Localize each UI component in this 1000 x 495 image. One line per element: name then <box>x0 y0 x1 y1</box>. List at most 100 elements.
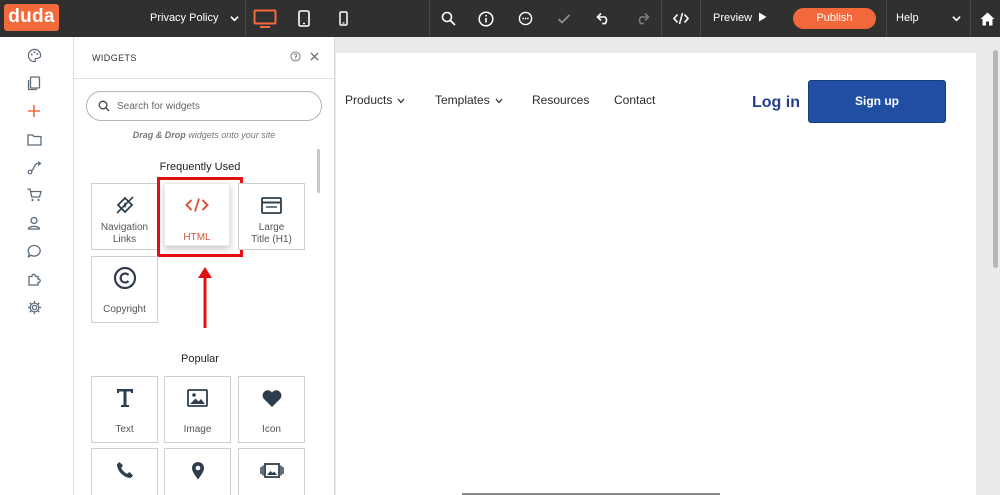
widget-icon[interactable]: Icon <box>238 376 305 443</box>
help-circle-icon[interactable] <box>290 51 301 62</box>
map-pin-icon <box>191 461 204 479</box>
nav-item-templates[interactable]: Templates <box>435 93 503 107</box>
sidebar-item-connections[interactable] <box>26 159 42 175</box>
widget-label: Title (H1) <box>251 234 292 245</box>
preview-label: Preview <box>713 12 753 24</box>
plus-icon <box>28 105 40 117</box>
heart-icon <box>262 389 281 407</box>
login-link[interactable]: Log in <box>752 94 800 112</box>
widget-label: Copyright <box>103 304 146 315</box>
preview-button[interactable]: Preview <box>713 0 767 37</box>
popular-title: Popular <box>181 353 219 365</box>
checkmark-icon <box>557 13 571 24</box>
toolbar-divider <box>661 0 662 37</box>
redo-button[interactable] <box>632 0 652 37</box>
developer-mode-button[interactable] <box>671 0 691 37</box>
nav-item-resources[interactable]: Resources <box>532 93 589 107</box>
widgets-panel: WIDGETS Drag & Drop widgets onto your si… <box>74 37 335 495</box>
flow-icon <box>27 160 41 174</box>
cart-icon <box>27 188 42 202</box>
toolbar-divider <box>429 0 430 37</box>
chevron-down-icon <box>397 98 405 104</box>
info-button[interactable] <box>476 0 496 37</box>
toolbar-divider <box>245 0 246 37</box>
panel-title: WIDGETS <box>92 53 137 63</box>
sidebar-item-apps[interactable] <box>26 271 42 287</box>
toolbar-divider <box>700 0 701 37</box>
widget-label: Links <box>112 234 137 245</box>
panel-scrollbar[interactable] <box>317 149 320 193</box>
widget-label: Icon <box>262 424 281 435</box>
sidebar-item-messages[interactable] <box>26 243 42 259</box>
undo-icon <box>595 12 607 25</box>
undo-button[interactable] <box>593 0 613 37</box>
pages-icon <box>27 75 41 90</box>
nav-label: Resources <box>532 93 590 107</box>
widget-large-title[interactable]: Large Title (H1) <box>238 183 305 250</box>
red-arrow-annotation <box>198 267 212 328</box>
navigation-links-icon <box>115 196 134 214</box>
sidebar-item-store[interactable] <box>26 187 42 203</box>
duda-logo[interactable]: duda <box>4 4 59 31</box>
widget-label: Text <box>115 424 134 435</box>
tablet-view-button[interactable] <box>296 0 312 37</box>
widget-navigation-links[interactable]: Navigation Links <box>91 183 158 250</box>
sidebar-item-content[interactable] <box>26 131 42 147</box>
sidebar-item-design[interactable] <box>26 47 42 63</box>
home-button[interactable] <box>978 0 996 37</box>
comment-icon <box>518 11 532 26</box>
page-selector[interactable]: Privacy Policy <box>150 0 239 37</box>
widget-search-field[interactable] <box>86 91 322 121</box>
play-icon <box>759 12 767 22</box>
frequently-used-title: Frequently Used <box>159 161 241 173</box>
sidebar-item-widgets[interactable] <box>26 103 42 119</box>
close-icon[interactable] <box>309 51 320 62</box>
widget-click-to-call[interactable] <box>91 448 158 495</box>
widget-map[interactable] <box>164 448 231 495</box>
checklist-button[interactable] <box>554 0 574 37</box>
mobile-view-button[interactable] <box>336 0 350 37</box>
nav-label: Products <box>345 93 393 107</box>
palette-icon <box>27 48 41 62</box>
site-canvas[interactable]: Products Templates Resources Contact Log… <box>336 53 976 495</box>
search-icon <box>441 11 456 26</box>
large-title-icon <box>261 196 282 214</box>
nav-label: Contact <box>614 93 656 107</box>
comments-button[interactable] <box>515 0 535 37</box>
panel-divider <box>74 78 334 79</box>
nav-item-contact[interactable]: Contact <box>614 93 655 107</box>
widget-label: Navigation <box>100 222 149 233</box>
sidebar-item-pages[interactable] <box>26 75 42 91</box>
desktop-view-button[interactable] <box>252 0 278 37</box>
widget-copyright[interactable]: Copyright <box>91 256 158 323</box>
toolbar-divider <box>886 0 887 37</box>
widget-text[interactable]: Text <box>91 376 158 443</box>
chevron-down-icon <box>230 16 239 22</box>
signup-button[interactable]: Sign up <box>808 80 946 123</box>
widget-image[interactable]: Image <box>164 376 231 443</box>
widget-gallery[interactable] <box>238 448 305 495</box>
help-label: Help <box>896 12 919 24</box>
search-icon <box>98 100 110 112</box>
chevron-down-icon <box>495 98 503 104</box>
nav-label: Templates <box>435 93 490 107</box>
chevron-down-icon <box>951 16 961 22</box>
page-selector-label: Privacy Policy <box>150 12 219 24</box>
nav-item-products[interactable]: Products <box>345 93 405 107</box>
widget-search-input[interactable] <box>117 98 313 114</box>
code-icon <box>673 12 689 25</box>
help-dropdown-toggle[interactable] <box>950 0 962 37</box>
help-menu[interactable]: Help <box>896 0 919 37</box>
user-icon <box>27 216 41 230</box>
publish-button[interactable]: Publish <box>793 8 876 29</box>
sidebar-item-settings[interactable] <box>26 299 42 315</box>
copyright-icon <box>113 266 136 290</box>
sidebar-item-members[interactable] <box>26 215 42 231</box>
highlight-box <box>157 177 243 257</box>
canvas-scrollbar[interactable] <box>993 50 998 268</box>
search-button[interactable] <box>438 0 458 37</box>
widget-label: Large <box>258 222 285 233</box>
tablet-icon <box>298 10 310 27</box>
redo-icon <box>638 12 650 25</box>
chat-bubble-icon <box>27 244 41 258</box>
